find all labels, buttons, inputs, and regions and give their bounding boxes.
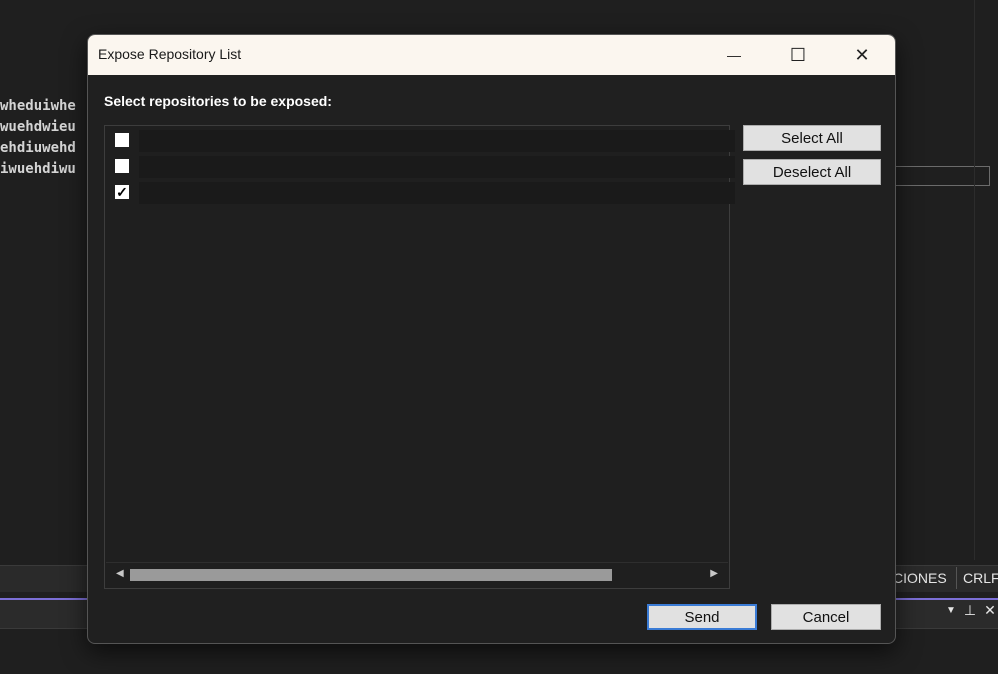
- close-icon[interactable]: ✕: [984, 602, 996, 619]
- code-line: wuehdwieu: [0, 119, 76, 135]
- editor-scrollbar[interactable]: [974, 0, 998, 560]
- close-icon: ✕: [854, 44, 870, 65]
- repository-checkbox[interactable]: [115, 159, 129, 173]
- close-button[interactable]: ✕: [830, 35, 894, 75]
- check-icon: ✓: [116, 184, 128, 200]
- deselect-all-button[interactable]: Deselect All: [743, 159, 881, 185]
- repository-label[interactable]: [139, 156, 735, 178]
- repository-label[interactable]: [139, 130, 735, 152]
- repository-checkbox[interactable]: [115, 133, 129, 147]
- maximize-button[interactable]: ☐: [766, 35, 830, 75]
- repository-checklist[interactable]: ✓ ◀ ▶: [104, 125, 735, 589]
- status-item[interactable]: CIONES: [886, 567, 953, 589]
- code-line: wheduiwhe: [0, 98, 76, 114]
- scroll-right-icon[interactable]: ▶: [710, 568, 718, 579]
- repository-checkbox-checked[interactable]: ✓: [115, 185, 129, 199]
- expose-repository-dialog: Expose Repository List — ☐ ✕ Select repo…: [87, 34, 896, 644]
- dropdown-icon[interactable]: ▼: [946, 605, 956, 616]
- list-item[interactable]: [115, 156, 735, 178]
- status-item-line-ending[interactable]: CRLF: [956, 567, 998, 589]
- send-button[interactable]: Send: [647, 604, 757, 630]
- scroll-left-icon[interactable]: ◀: [116, 568, 124, 579]
- instruction-label: Select repositories to be exposed:: [104, 93, 332, 109]
- dialog-titlebar[interactable]: Expose Repository List — ☐ ✕: [88, 35, 895, 75]
- code-line: iwuehdiwu: [0, 161, 76, 177]
- dialog-title: Expose Repository List: [98, 46, 242, 62]
- repository-label[interactable]: [139, 182, 735, 204]
- maximize-icon: ☐: [789, 44, 807, 65]
- horizontal-scrollbar[interactable]: ◀ ▶: [106, 562, 728, 587]
- minimize-icon: —: [727, 47, 741, 63]
- list-item[interactable]: [115, 130, 735, 152]
- scrollbar-thumb[interactable]: [130, 569, 612, 581]
- list-item[interactable]: ✓: [115, 182, 735, 204]
- minimize-button[interactable]: —: [702, 35, 766, 75]
- panel-controls: ▼ ⊥ ✕: [946, 602, 996, 619]
- cancel-button[interactable]: Cancel: [771, 604, 881, 630]
- pin-icon[interactable]: ⊥: [964, 602, 976, 619]
- code-line: ehdiuwehd: [0, 140, 76, 156]
- select-all-button[interactable]: Select All: [743, 125, 881, 151]
